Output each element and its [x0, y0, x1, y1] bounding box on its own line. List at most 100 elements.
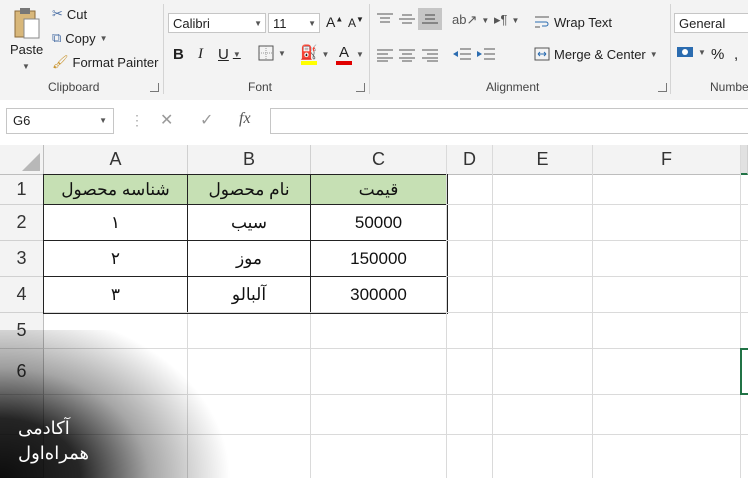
- clipboard-launcher-icon[interactable]: [150, 83, 159, 92]
- row-header-2[interactable]: 2: [0, 205, 44, 241]
- row-header-label: 6: [16, 361, 27, 381]
- font-size-value: 11: [273, 16, 287, 31]
- font-name-select[interactable]: Calibri ▼: [168, 13, 266, 33]
- cell-c3[interactable]: 150000: [311, 241, 447, 277]
- currency-button[interactable]: ▼: [676, 45, 706, 59]
- cell-b3[interactable]: موز: [188, 241, 311, 277]
- insert-function-icon[interactable]: fx: [239, 110, 251, 128]
- comma-button[interactable]: ,: [734, 46, 738, 63]
- row-header-3[interactable]: 3: [0, 241, 44, 277]
- column-header-e[interactable]: E: [493, 145, 593, 175]
- borders-button[interactable]: ▼: [258, 45, 286, 61]
- font-size-select[interactable]: 11 ▼: [268, 13, 320, 33]
- font-size-dropdown-icon: ▼: [308, 19, 316, 28]
- align-middle-icon[interactable]: [398, 12, 416, 26]
- row-header-4[interactable]: 4: [0, 277, 44, 313]
- name-box-dropdown-icon[interactable]: ▼: [99, 109, 107, 133]
- scissors-icon: ✂: [52, 6, 63, 21]
- cell-a1[interactable]: شناسه محصول: [44, 175, 188, 205]
- select-all-button[interactable]: [0, 145, 44, 175]
- merge-center-dropdown-icon: ▼: [649, 49, 658, 59]
- clipboard-group-label: Clipboard: [48, 80, 100, 94]
- italic-label: I: [198, 46, 203, 62]
- decrease-indent-icon[interactable]: [452, 47, 472, 63]
- row-header-6[interactable]: 6: [0, 349, 44, 395]
- cell-c4[interactable]: 300000: [311, 277, 447, 313]
- name-box-value: G6: [13, 113, 31, 128]
- align-top-icon[interactable]: [376, 12, 394, 26]
- text-direction-icon: ▸¶: [494, 12, 508, 27]
- font-name-value: Calibri: [173, 16, 210, 31]
- gridline: [44, 312, 748, 313]
- cell-b1[interactable]: نام محصول: [188, 175, 311, 205]
- formula-input[interactable]: [270, 108, 748, 134]
- copy-icon: ⧉: [52, 30, 62, 45]
- cut-label: Cut: [66, 6, 88, 22]
- font-launcher-icon[interactable]: [356, 83, 365, 92]
- text-direction-button[interactable]: ▸¶ ▼: [494, 12, 519, 28]
- cell-text: نام محصول: [208, 179, 290, 199]
- gridline: [187, 314, 188, 478]
- merge-center-button[interactable]: Merge & Center ▼: [534, 46, 658, 62]
- cell-a2[interactable]: ١: [44, 205, 188, 241]
- row-header-1[interactable]: 1: [0, 175, 44, 205]
- cell-b2[interactable]: سیب: [188, 205, 311, 241]
- decrease-font-icon: A▼: [348, 15, 364, 30]
- cancel-icon[interactable]: ✕: [160, 110, 173, 130]
- fill-color-button[interactable]: ⛽ ▼: [300, 44, 329, 65]
- font-color-button[interactable]: A ▼: [336, 44, 364, 65]
- paste-button[interactable]: Paste: [10, 6, 43, 57]
- column-header-g[interactable]: [741, 145, 748, 175]
- column-header-d[interactable]: D: [447, 145, 493, 175]
- format-painter-button[interactable]: 🖌 Format Painter: [52, 54, 159, 70]
- ribbon-separator: [369, 4, 370, 94]
- copy-label: Copy: [65, 30, 96, 46]
- column-header-label: F: [661, 149, 672, 169]
- borders-icon: [258, 45, 274, 61]
- paste-dropdown-icon[interactable]: ▼: [22, 62, 30, 71]
- enter-icon[interactable]: ✓: [200, 110, 213, 130]
- cell-text: 300000: [350, 284, 407, 304]
- increase-indent-icon[interactable]: [476, 47, 496, 63]
- percent-button[interactable]: %: [711, 46, 724, 63]
- column-header-label: B: [242, 149, 255, 169]
- column-header-a[interactable]: A: [44, 145, 188, 175]
- align-left-icon[interactable]: [376, 48, 394, 62]
- cut-button[interactable]: ✂ Cut: [52, 6, 87, 22]
- ribbon: Paste ▼ ✂ Cut ⧉ Copy ▼ 🖌 Format Painter …: [0, 0, 748, 101]
- orientation-button[interactable]: ab↗ ▼: [452, 12, 489, 28]
- align-bottom-button[interactable]: [418, 8, 442, 30]
- align-right-icon[interactable]: [421, 48, 439, 62]
- table-border: [43, 240, 448, 241]
- selected-cell-g6[interactable]: [740, 348, 748, 395]
- underline-button[interactable]: U ▼: [218, 46, 241, 63]
- alignment-launcher-icon[interactable]: [658, 83, 667, 92]
- cell-c2[interactable]: 50000: [311, 205, 447, 241]
- cell-text: 50000: [354, 212, 403, 232]
- bold-button[interactable]: B: [173, 46, 184, 63]
- column-header-label: E: [536, 149, 549, 169]
- column-header-b[interactable]: B: [188, 145, 311, 175]
- decrease-font-button[interactable]: A▼: [348, 15, 364, 30]
- table-border: [187, 174, 188, 314]
- text-direction-dropdown-icon: ▼: [511, 15, 520, 25]
- cell-c1[interactable]: قیمت: [311, 175, 447, 205]
- number-format-value: General: [679, 16, 726, 31]
- column-header-f[interactable]: F: [593, 145, 741, 175]
- number-format-select[interactable]: General: [674, 13, 748, 33]
- italic-button[interactable]: I: [198, 46, 203, 63]
- increase-font-button[interactable]: A▲: [326, 14, 343, 30]
- cell-b4[interactable]: آلبالو: [188, 277, 311, 313]
- column-header-c[interactable]: C: [311, 145, 447, 175]
- cell-a4[interactable]: ٣: [44, 277, 188, 313]
- comma-icon: ,: [734, 46, 739, 63]
- copy-button[interactable]: ⧉ Copy ▼: [52, 30, 108, 46]
- row-header-5[interactable]: 5: [0, 313, 44, 349]
- gridline: [44, 434, 748, 435]
- gridline: [447, 204, 748, 205]
- wrap-text-button[interactable]: Wrap Text: [534, 14, 612, 30]
- name-box[interactable]: G6 ▼: [6, 108, 114, 134]
- underline-label: U: [218, 46, 229, 63]
- cell-a3[interactable]: ٢: [44, 241, 188, 277]
- align-center-icon[interactable]: [398, 48, 416, 62]
